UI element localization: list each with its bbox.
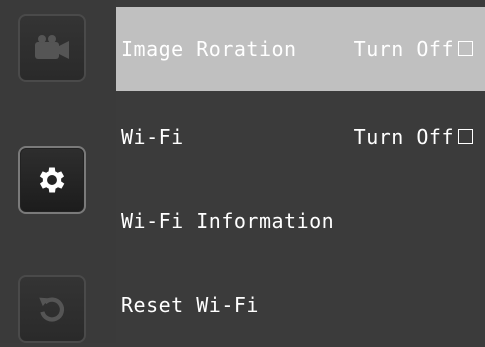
settings-menu: Image Roration Turn Off Wi-Fi Turn Off W… [116,7,485,343]
image-rotation-toggle[interactable]: Turn Off [354,37,473,61]
sidebar [0,0,116,343]
menu-item-wifi-information[interactable]: Wi-Fi Information [116,179,485,263]
menu-item-reset-wifi[interactable]: Reset Wi-Fi [116,263,485,347]
checkbox[interactable] [458,40,473,56]
reset-icon [39,297,65,322]
menu-item-label: Wi-Fi [121,125,184,149]
toggle-state-label: Turn Off [353,125,454,149]
menu-item-label: Wi-Fi Information [121,209,335,233]
toggle-state-label: Turn Off [353,37,454,61]
reset-button[interactable] [18,275,86,343]
menu-item-label: Reset Wi-Fi [121,293,259,317]
wifi-toggle[interactable]: Turn Off [354,125,473,149]
menu-item-wifi[interactable]: Wi-Fi Turn Off [116,95,485,179]
video-camera-button[interactable] [18,14,86,82]
gear-icon [39,167,65,193]
video-camera-icon [35,35,69,59]
menu-item-label: Image Roration [121,37,297,61]
settings-button[interactable] [18,146,86,214]
checkbox[interactable] [458,128,473,144]
menu-item-image-rotation[interactable]: Image Roration Turn Off [116,7,485,91]
